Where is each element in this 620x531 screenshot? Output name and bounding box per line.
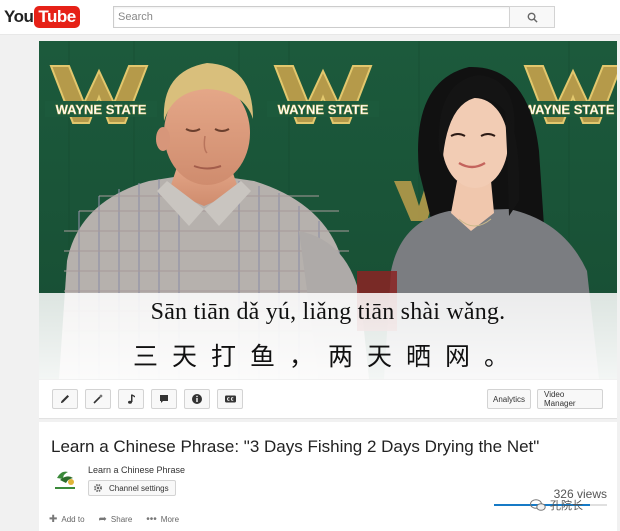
video-editor-toolbar: Analytics Video Manager <box>39 380 617 419</box>
enhancements-button[interactable] <box>52 389 78 409</box>
more-button[interactable]: ••• More <box>146 514 179 525</box>
video-title: Learn a Chinese Phrase: "3 Days Fishing … <box>51 437 540 456</box>
annotation-icon <box>160 395 168 403</box>
subtitles-button[interactable] <box>217 389 243 409</box>
logo-tube-text: Tube <box>34 6 80 28</box>
action-row: ✚ Add to ➦ Share ••• More <box>49 514 193 525</box>
effects-button[interactable] <box>85 389 111 409</box>
search-input[interactable] <box>114 7 498 27</box>
magic-wand-icon <box>93 394 103 404</box>
audio-button[interactable] <box>118 389 144 409</box>
svg-text:WAYNE STATE: WAYNE STATE <box>278 102 369 117</box>
plus-icon: ✚ <box>49 514 58 525</box>
subtitle-hanzi: 三天打鱼，两天晒网。 <box>132 342 523 371</box>
svg-text:WAYNE STATE: WAYNE STATE <box>56 102 147 117</box>
watermark: 孔院长 <box>530 497 583 513</box>
video-info-panel: Learn a Chinese Phrase: "3 Days Fishing … <box>39 422 617 531</box>
pencil-icon <box>61 395 69 403</box>
music-note-icon <box>128 394 135 404</box>
video-manager-button[interactable]: Video Manager <box>537 389 603 409</box>
subtitle-pinyin: Sān tiān dǎ yú, liǎng tiān shài wǎng. <box>150 299 506 325</box>
share-icon: ➦ <box>98 514 107 525</box>
wechat-icon <box>530 499 546 511</box>
add-to-button[interactable]: ✚ Add to <box>49 514 85 525</box>
add-to-label: Add to <box>61 515 85 524</box>
svg-text:WAYNE STATE: WAYNE STATE <box>524 102 615 117</box>
search-icon <box>527 12 538 23</box>
video-player[interactable]: WAYNE STATE WAYNE STATE WAYNE STATE Sān … <box>39 41 617 379</box>
channel-settings-label: Channel settings <box>109 483 169 493</box>
masthead: You Tube <box>0 0 620 35</box>
channel-name[interactable]: Learn a Chinese Phrase <box>88 465 185 475</box>
more-dots-icon: ••• <box>146 514 157 525</box>
watermark-text: 孔院长 <box>550 500 583 512</box>
captions-icon <box>224 395 236 403</box>
share-label: Share <box>110 515 133 524</box>
channel-settings-button[interactable]: Channel settings <box>88 480 176 496</box>
more-label: More <box>160 515 180 524</box>
gear-icon <box>94 484 102 492</box>
info-icon <box>192 394 202 404</box>
search-button[interactable] <box>509 6 555 28</box>
youtube-logo[interactable]: You Tube <box>4 6 80 28</box>
channel-avatar[interactable] <box>51 466 79 494</box>
cards-button[interactable] <box>184 389 210 409</box>
logo-you-text: You <box>4 7 34 26</box>
analytics-button[interactable]: Analytics <box>487 389 531 409</box>
annotations-button[interactable] <box>151 389 177 409</box>
search-box <box>113 6 511 28</box>
share-button[interactable]: ➦ Share <box>99 514 133 525</box>
